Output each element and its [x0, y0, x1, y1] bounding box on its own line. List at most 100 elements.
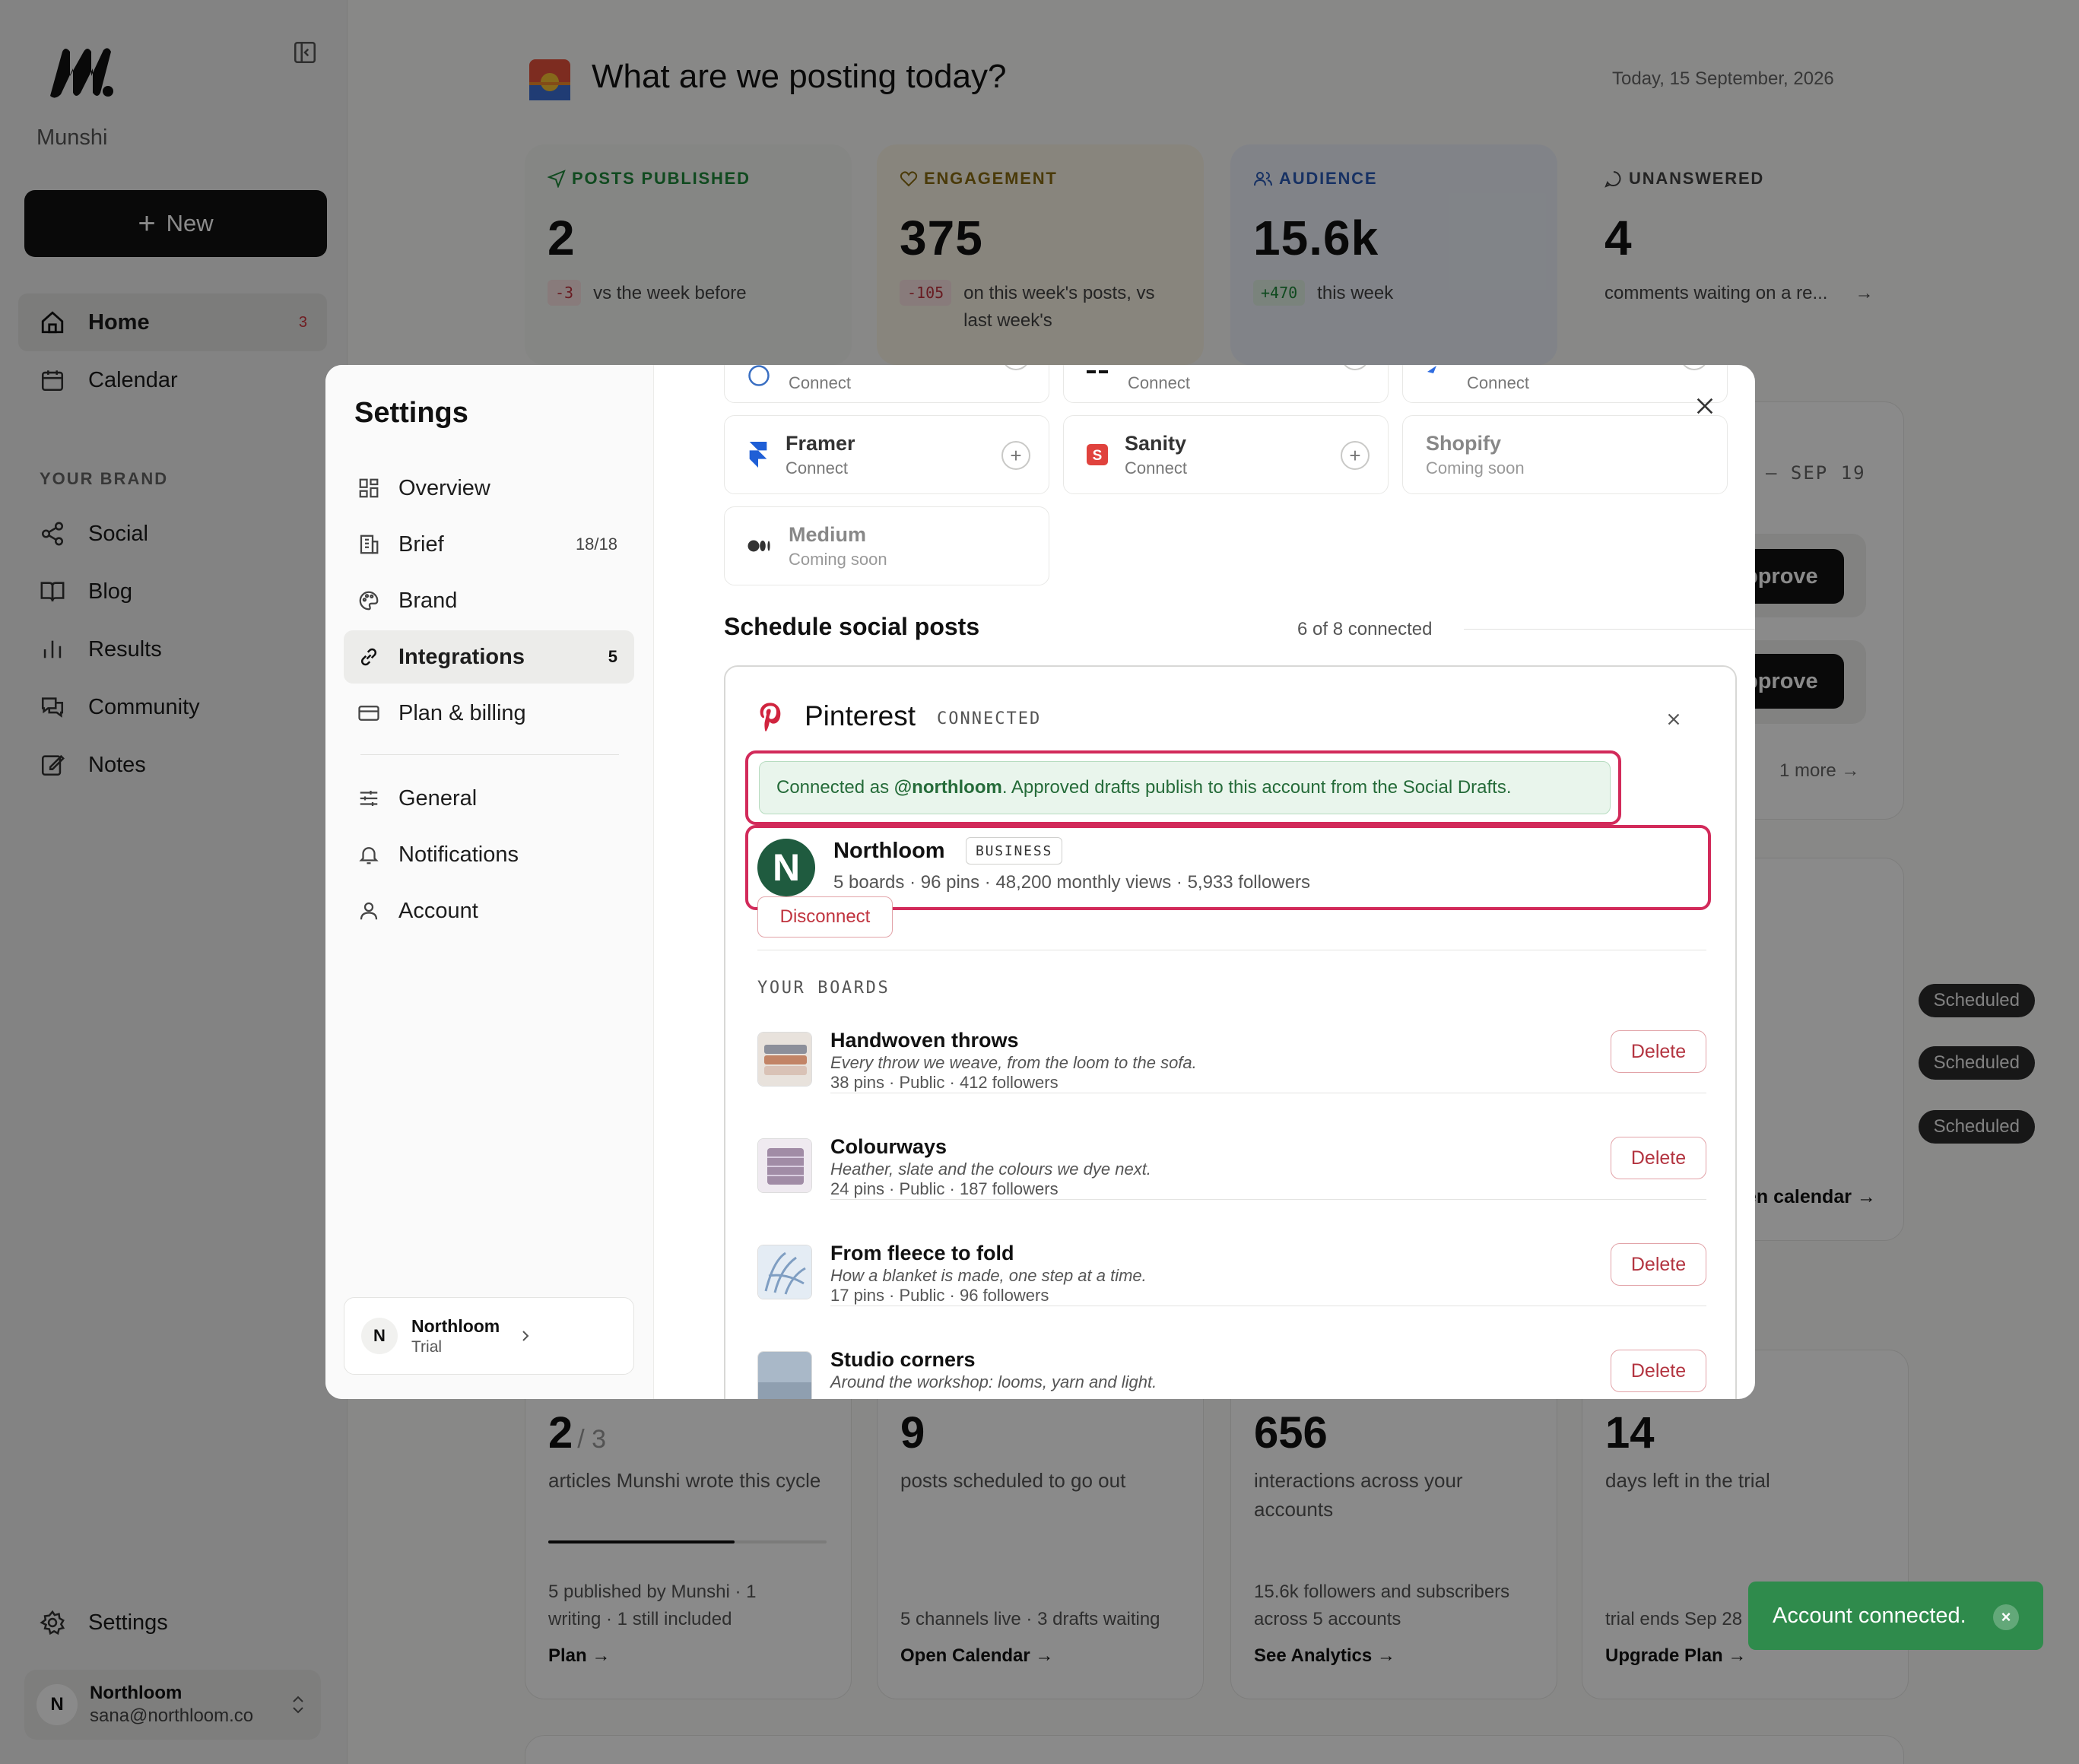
- integration-status: Coming soon: [789, 549, 887, 569]
- integration-status: Connect: [1467, 373, 1529, 392]
- pinterest-integration-card: Pinterest CONNECTED Connected as @northl…: [724, 665, 1737, 1399]
- integration-status: Connect: [789, 373, 851, 392]
- board-row: From fleece to fold How a blanket is mad…: [757, 1237, 1706, 1344]
- delete-board-button[interactable]: Delete: [1611, 1243, 1706, 1286]
- boards-label: YOUR BOARDS: [757, 979, 890, 998]
- integration-card-medium: Medium Coming soon: [724, 506, 1049, 585]
- pinterest-icon: [757, 702, 783, 732]
- settings-modal: Settings Overview Brief 18/18 Brand Inte…: [325, 365, 1755, 1399]
- board-divider: [830, 1199, 1706, 1200]
- integration-status: Connect: [1128, 373, 1190, 392]
- workspace-avatar: N: [361, 1318, 398, 1354]
- board-description: How a blanket is made, one step at a tim…: [830, 1266, 1147, 1285]
- settings-nav-integrations[interactable]: Integrations 5: [344, 630, 634, 684]
- board-meta: 24 pins · Public · 187 followers: [830, 1179, 1059, 1198]
- add-integration-icon[interactable]: +: [1341, 441, 1370, 470]
- board-thumbnail: [757, 1032, 812, 1087]
- settings-nav-plan-billing[interactable]: Plan & billing: [344, 687, 634, 740]
- integrations-count: 5: [608, 647, 617, 666]
- workspace-name: Northloom: [411, 1315, 500, 1336]
- board-description: Every throw we weave, from the loom to t…: [830, 1053, 1197, 1072]
- close-modal-icon[interactable]: [1694, 395, 1716, 417]
- settings-nav-account[interactable]: Account: [344, 884, 634, 938]
- toast-close-icon[interactable]: ×: [1993, 1604, 2019, 1630]
- highlight-account: [745, 825, 1711, 910]
- board-meta: 17 pins · Public · 96 followers: [830, 1286, 1049, 1305]
- close-icon[interactable]: [1664, 709, 1684, 729]
- pinterest-handle: @northloom: [893, 777, 1002, 798]
- section-divider: [1464, 629, 1755, 630]
- add-integration-icon[interactable]: +: [1001, 365, 1030, 370]
- board-description: Around the workshop: looms, yarn and lig…: [830, 1372, 1157, 1391]
- framer-icon: [747, 442, 769, 468]
- settings-nav-brand[interactable]: Brand: [344, 574, 634, 627]
- add-integration-icon[interactable]: +: [1680, 365, 1709, 370]
- integration-name: Shopify: [1426, 431, 1501, 455]
- board-title: Colourways: [830, 1135, 947, 1158]
- disconnect-button[interactable]: Disconnect: [757, 896, 893, 938]
- account-name: Northloom: [833, 839, 945, 863]
- pinterest-title: Pinterest: [805, 700, 916, 731]
- settings-content: Connect + Connect + Connect + Framer Conn…: [654, 365, 1755, 1399]
- integration-card-shopify: Shopify Coming soon: [1402, 415, 1728, 494]
- bell-icon: [357, 843, 383, 866]
- sanity-icon: S: [1087, 444, 1108, 465]
- board-meta: 38 pins · Public · 412 followers: [830, 1073, 1059, 1092]
- sliders-icon: [357, 787, 383, 810]
- integration-card-sanity[interactable]: S Sanity Connect +: [1063, 415, 1389, 494]
- building-icon: [357, 533, 383, 556]
- settings-nav-divider: [360, 754, 619, 755]
- integration-card-unknown[interactable]: Connect +: [1402, 365, 1728, 403]
- board-description: Heather, slate and the colours we dye ne…: [830, 1160, 1151, 1179]
- svg-text:S: S: [1093, 448, 1103, 464]
- account-stats: 5 boards · 96 pins · 48,200 monthly view…: [833, 872, 1310, 893]
- integration-status: Coming soon: [1426, 458, 1525, 477]
- link-icon: [357, 646, 383, 668]
- board-row: Studio corners Around the workshop: loom…: [757, 1344, 1706, 1399]
- brief-count: 18/18: [575, 535, 617, 554]
- integration-card-framer[interactable]: Framer Connect +: [724, 415, 1049, 494]
- account-initial: N: [773, 846, 800, 889]
- integration-card-unknown[interactable]: Connect +: [1063, 365, 1389, 403]
- wordpress-icon: [747, 365, 770, 387]
- toast-message: Account connected.: [1773, 1603, 1966, 1628]
- connected-banner: Connected as @northloom. Approved drafts…: [759, 761, 1611, 814]
- toast-notification: Account connected. ×: [1748, 1582, 2043, 1650]
- add-integration-icon[interactable]: +: [1341, 365, 1370, 370]
- integration-status: Connect: [786, 458, 848, 477]
- chevron-right-icon: [519, 1328, 532, 1344]
- board-thumbnail: [757, 1351, 812, 1399]
- delete-board-button[interactable]: Delete: [1611, 1030, 1706, 1073]
- integration-logo-icon: [1426, 365, 1449, 379]
- add-integration-icon[interactable]: +: [1001, 441, 1030, 470]
- section-title-social: Schedule social posts: [724, 613, 980, 640]
- integration-name: Framer: [786, 431, 855, 455]
- account-type-badge: BUSINESS: [966, 837, 1063, 865]
- workspace-switcher[interactable]: N Northloom Trial: [344, 1297, 634, 1375]
- settings-nav-overview[interactable]: Overview: [344, 462, 634, 515]
- integration-name: Sanity: [1125, 431, 1187, 455]
- integration-card-wordpress[interactable]: Connect +: [724, 365, 1049, 403]
- user-icon: [357, 899, 383, 922]
- board-row: Handwoven throws Every throw we weave, f…: [757, 1024, 1706, 1131]
- pinterest-status: CONNECTED: [937, 709, 1042, 728]
- settings-nav-general[interactable]: General: [344, 772, 634, 825]
- board-thumbnail: [757, 1245, 812, 1299]
- integration-name: Medium: [789, 522, 867, 546]
- board-title: From fleece to fold: [830, 1242, 1014, 1264]
- account-avatar: N: [757, 839, 815, 896]
- settings-title: Settings: [354, 397, 468, 429]
- delete-board-button[interactable]: Delete: [1611, 1137, 1706, 1179]
- grid-icon: [357, 477, 383, 500]
- settings-nav-notifications[interactable]: Notifications: [344, 828, 634, 881]
- board-title: Studio corners: [830, 1348, 976, 1371]
- credit-card-icon: [357, 702, 383, 725]
- settings-nav-brief[interactable]: Brief 18/18: [344, 518, 634, 571]
- board-row: Colourways Heather, slate and the colour…: [757, 1131, 1706, 1237]
- workspace-plan: Trial: [411, 1337, 443, 1356]
- settings-nav: Settings Overview Brief 18/18 Brand Inte…: [325, 365, 654, 1399]
- medium-icon: [747, 539, 772, 553]
- section-subtitle-social: 6 of 8 connected: [1297, 619, 1433, 639]
- board-title: Handwoven throws: [830, 1029, 1019, 1052]
- delete-board-button[interactable]: Delete: [1611, 1350, 1706, 1392]
